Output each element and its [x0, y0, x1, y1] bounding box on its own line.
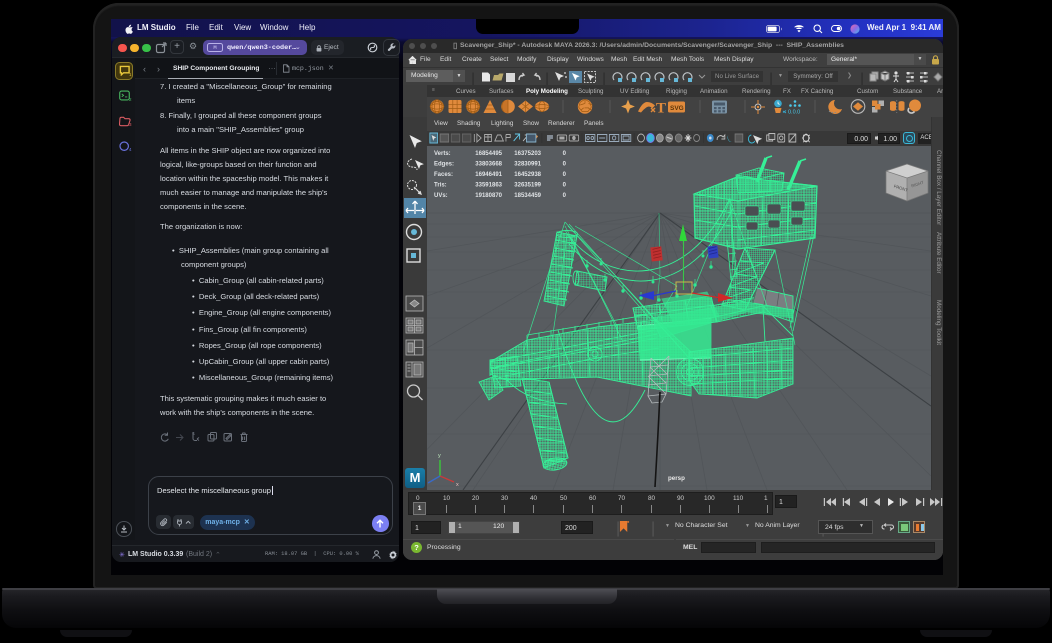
svg-text:T: T	[656, 101, 666, 116]
svg-text:18534459: 18534459	[514, 193, 541, 199]
svg-text:16854495: 16854495	[475, 151, 502, 157]
svg-text:y: y	[438, 453, 441, 459]
svg-text:32635199: 32635199	[514, 182, 541, 188]
svg-text:Faces:: Faces:	[434, 172, 453, 178]
svg-text:SVG: SVG	[670, 105, 684, 112]
svg-text:32830991: 32830991	[514, 161, 541, 167]
svg-text:persp: persp	[668, 475, 685, 482]
svg-text:UVs:: UVs:	[434, 193, 448, 199]
svg-text:33591863: 33591863	[475, 182, 502, 188]
svg-text:16946491: 16946491	[475, 172, 502, 178]
svg-text:16375203: 16375203	[514, 151, 541, 157]
svg-text:Edges:: Edges:	[434, 161, 454, 167]
svg-text:0.0.0: 0.0.0	[788, 110, 800, 116]
svg-text:Tris:: Tris:	[434, 182, 447, 188]
svg-text:16452938: 16452938	[514, 172, 541, 178]
svg-text:Verts:: Verts:	[434, 151, 451, 157]
svg-text:x: x	[456, 482, 459, 488]
svg-text:19180870: 19180870	[475, 193, 502, 199]
svg-text:33803668: 33803668	[475, 161, 502, 167]
